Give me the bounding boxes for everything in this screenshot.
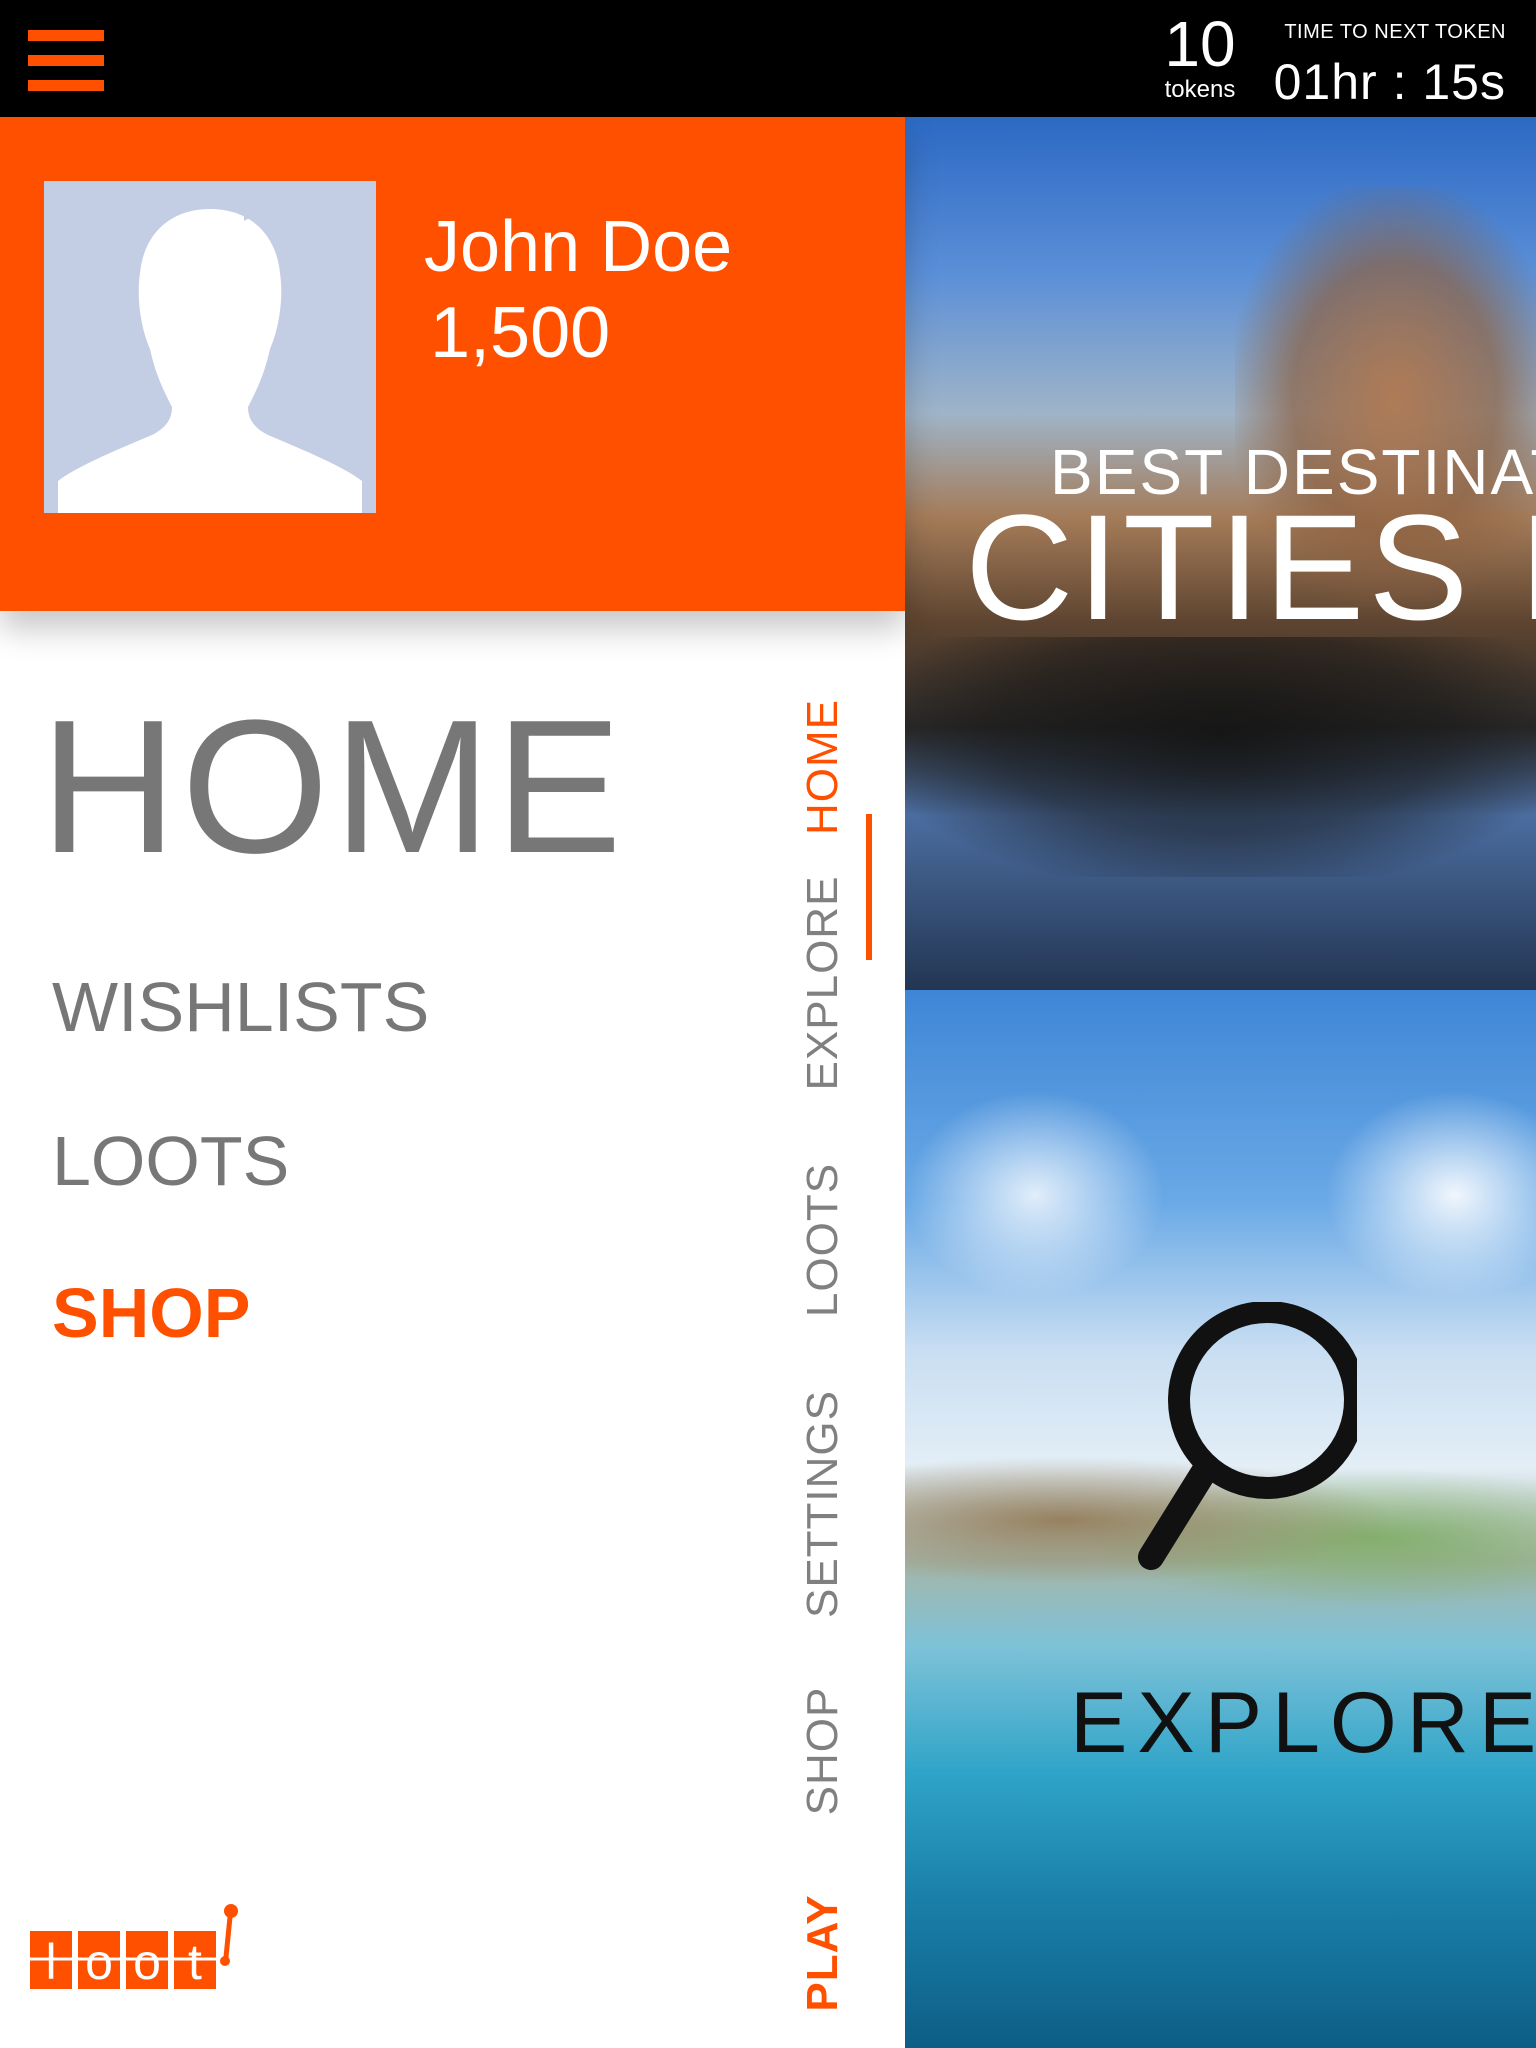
side-drawer: John Doe 1,500 HOME WISHLISTS LOOTS SHOP… — [0, 117, 905, 2048]
svg-text:o: o — [133, 1934, 161, 1990]
timer-label: TIME TO NEXT TOKEN — [1284, 21, 1506, 43]
vnav-explore[interactable]: EXPLORE — [798, 876, 848, 1091]
best-destinations-tile[interactable]: BEST DESTINAT CITIES I — [905, 117, 1536, 990]
next-token-timer: TIME TO NEXT TOKEN 01hr : 15s — [1266, 20, 1506, 112]
token-label: tokens — [1164, 76, 1236, 103]
profile-name: John Doe — [424, 207, 733, 287]
top-bar: 10 tokens TIME TO NEXT TOKEN 01hr : 15s — [0, 0, 1536, 117]
token-counter: 10 tokens — [1150, 10, 1250, 102]
menu-item-shop[interactable]: SHOP — [52, 1273, 250, 1353]
vnav-shop[interactable]: SHOP — [798, 1687, 848, 1816]
menu-item-loots[interactable]: LOOTS — [52, 1121, 289, 1201]
page-title: HOME — [40, 681, 626, 893]
timer-value: 01hr : 15s — [1273, 54, 1506, 110]
hamburger-menu-icon[interactable] — [28, 30, 104, 92]
svg-text:o: o — [85, 1934, 113, 1990]
magnifier-icon[interactable] — [1137, 1302, 1357, 1602]
loot-logo: l o o t — [28, 1904, 238, 1990]
menu-item-wishlists[interactable]: WISHLISTS — [52, 967, 429, 1047]
user-silhouette-icon — [58, 203, 362, 513]
explore-tile[interactable]: EXPLORE — [905, 990, 1536, 2048]
svg-text:t: t — [188, 1934, 202, 1990]
vnav-home[interactable]: HOME — [798, 699, 848, 835]
profile-header: John Doe 1,500 — [0, 117, 905, 611]
vnav-active-indicator — [866, 814, 872, 960]
token-count: 10 — [1164, 8, 1236, 80]
explore-label[interactable]: EXPLORE — [1070, 1678, 1536, 1768]
avatar[interactable] — [44, 181, 376, 513]
tile-title: CITIES I — [965, 483, 1536, 651]
vnav-settings[interactable]: SETTINGS — [798, 1390, 848, 1618]
profile-points: 1,500 — [430, 293, 611, 373]
vnav-loots[interactable]: LOOTS — [798, 1163, 848, 1317]
vnav-play[interactable]: PLAY — [798, 1894, 848, 2011]
svg-text:l: l — [45, 1934, 56, 1990]
